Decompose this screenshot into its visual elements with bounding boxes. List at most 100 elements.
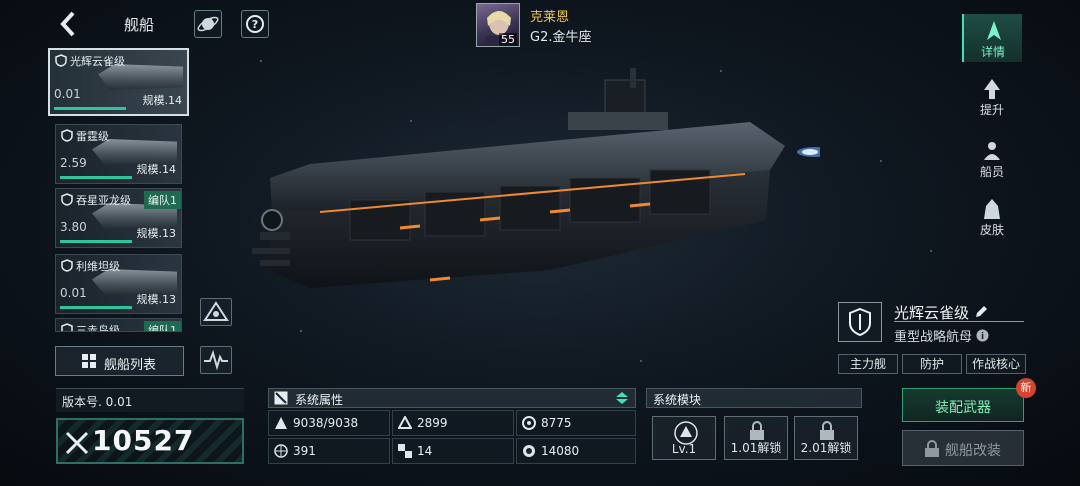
fleet-badge: 编队1 xyxy=(144,321,181,331)
player-avatar[interactable]: 55 xyxy=(476,3,520,47)
ship-card-name: 三赤鸟级 xyxy=(76,324,120,332)
ship-card-value: 3.80 xyxy=(60,220,87,234)
nav-skin[interactable]: 皮肤 xyxy=(962,192,1022,240)
new-badge: 新 xyxy=(1016,378,1036,398)
question-icon: ? xyxy=(246,15,264,33)
lock-icon xyxy=(820,421,834,440)
ship-card-scale: 规模.13 xyxy=(136,227,177,240)
ship-silhouette-icon xyxy=(987,21,1001,40)
system-attributes-panel: 系统属性 9038/9038 2899 8775 391 14 14080 xyxy=(268,388,636,466)
page-title: 舰船 xyxy=(124,16,155,34)
ship-card-bar xyxy=(54,107,126,110)
ship-class-emblem xyxy=(838,302,882,342)
formation-button[interactable] xyxy=(200,298,232,326)
planet-icon xyxy=(197,16,219,32)
fleet-badge: 编队1 xyxy=(144,191,181,209)
system-modules-title: 系统模块 xyxy=(653,393,702,407)
player-server: G2.金牛座 xyxy=(530,30,592,45)
version-panel: 版本号. 0.01 xyxy=(56,388,244,412)
formation-icon xyxy=(203,301,229,321)
tag-defense: 防护 xyxy=(902,354,962,374)
name-divider xyxy=(894,321,1024,322)
version-label: 版本号. 0.01 xyxy=(62,395,133,409)
ship-card-bar xyxy=(60,240,132,243)
shield-core-icon xyxy=(522,416,536,430)
equip-weapons-button[interactable]: 装配武器 xyxy=(902,388,1024,422)
skin-icon xyxy=(984,199,1000,219)
info-icon[interactable]: i xyxy=(976,329,989,342)
edit-icon[interactable] xyxy=(974,305,988,319)
planet-button[interactable] xyxy=(194,10,222,38)
ship-card-bar xyxy=(60,306,132,309)
armor-icon xyxy=(398,416,412,429)
shield-icon xyxy=(849,307,871,337)
attr-shield: 8775 xyxy=(516,410,636,436)
ship-name: 光辉云雀级 xyxy=(894,302,988,323)
ship-card-name: 利维坦级 xyxy=(76,260,120,273)
attr-hull: 9038/9038 xyxy=(268,410,390,436)
lock-icon xyxy=(925,440,939,457)
player-level: 55 xyxy=(499,33,517,46)
radar-icon xyxy=(523,445,535,457)
ship-card-scale: 规模.14 xyxy=(142,94,183,107)
ship-card-scale: 规模.14 xyxy=(136,163,177,176)
system-attributes-title: 系统属性 xyxy=(295,393,344,407)
back-button[interactable] xyxy=(56,10,82,38)
ship-class-icon xyxy=(61,259,73,272)
system-attributes-header: 系统属性 xyxy=(268,388,636,408)
player-name: 克莱恩 xyxy=(530,10,570,25)
target-icon xyxy=(274,444,288,458)
attr-firepower: 14080 xyxy=(516,438,636,464)
nav-upgrade[interactable]: 提升 xyxy=(962,72,1022,120)
attr-speed: 391 xyxy=(268,438,390,464)
wave-button[interactable] xyxy=(200,346,232,374)
power-panel: 10527 xyxy=(56,418,244,464)
ship-class-icon xyxy=(61,323,73,331)
tag-main-ship: 主力舰 xyxy=(838,354,898,374)
ship-list-label: 舰船列表 xyxy=(104,358,157,373)
ship-card[interactable]: 雷霆级 2.59 规模.14 xyxy=(55,124,182,184)
toggle-icon[interactable] xyxy=(613,390,631,406)
checker-icon xyxy=(398,444,412,458)
power-value: 10527 xyxy=(92,424,195,457)
tag-combat-core: 作战核心 xyxy=(966,354,1026,374)
ship-card-value: 2.59 xyxy=(60,156,87,170)
ship-card-value: 0.01 xyxy=(54,87,81,101)
crew-icon xyxy=(984,142,1000,160)
ship-card-scale: 规模.13 xyxy=(136,293,177,306)
ship-model[interactable] xyxy=(250,60,820,330)
ship-type: 重型战略航母 i xyxy=(894,326,989,345)
attr-armor: 2899 xyxy=(392,410,514,436)
svg-text:i: i xyxy=(981,332,984,342)
ship-list-button[interactable]: 舰船列表 xyxy=(55,346,184,376)
ship-card-name: 吞星亚龙级 xyxy=(76,194,131,207)
help-button[interactable]: ? xyxy=(241,10,269,38)
nav-details[interactable]: 详情 xyxy=(962,14,1022,62)
grid-icon xyxy=(82,354,96,368)
system-modules-panel: 系统模块 Lv.1 1.01解锁 2.01解锁 xyxy=(646,388,862,466)
ship-class-icon xyxy=(61,193,73,206)
crossed-swords-icon xyxy=(65,431,89,455)
ship-card-value: 0.01 xyxy=(60,286,87,300)
hull-icon xyxy=(275,417,287,429)
waveform-icon xyxy=(204,349,228,371)
ship-card-bar xyxy=(60,176,132,179)
ship-card[interactable]: 三赤鸟级 编队1 xyxy=(55,318,182,332)
slash-box-icon xyxy=(274,391,288,405)
svg-text:?: ? xyxy=(252,18,258,31)
ship-card[interactable]: 光辉云雀级 0.01 规模.14 xyxy=(48,48,189,116)
ship-card-name: 光辉云雀级 xyxy=(70,55,125,68)
nav-crew[interactable]: 船员 xyxy=(962,134,1022,182)
ship-card[interactable]: 吞星亚龙级 编队1 3.80 规模.13 xyxy=(55,188,182,248)
module-slot-2[interactable]: 1.01解锁 xyxy=(724,416,788,460)
chevron-left-icon xyxy=(60,11,75,37)
attr-evasion: 14 xyxy=(392,438,514,464)
system-modules-header: 系统模块 xyxy=(646,388,862,408)
module-slot-3[interactable]: 2.01解锁 xyxy=(794,416,858,460)
ship-class-icon xyxy=(61,129,73,142)
ship-modify-button[interactable]: 舰船改装 xyxy=(902,430,1024,466)
module-slot-1[interactable]: Lv.1 xyxy=(652,416,716,460)
ship-card-name: 雷霆级 xyxy=(76,130,109,143)
upgrade-icon xyxy=(984,79,1000,99)
ship-card[interactable]: 利维坦级 0.01 规模.13 xyxy=(55,254,182,314)
